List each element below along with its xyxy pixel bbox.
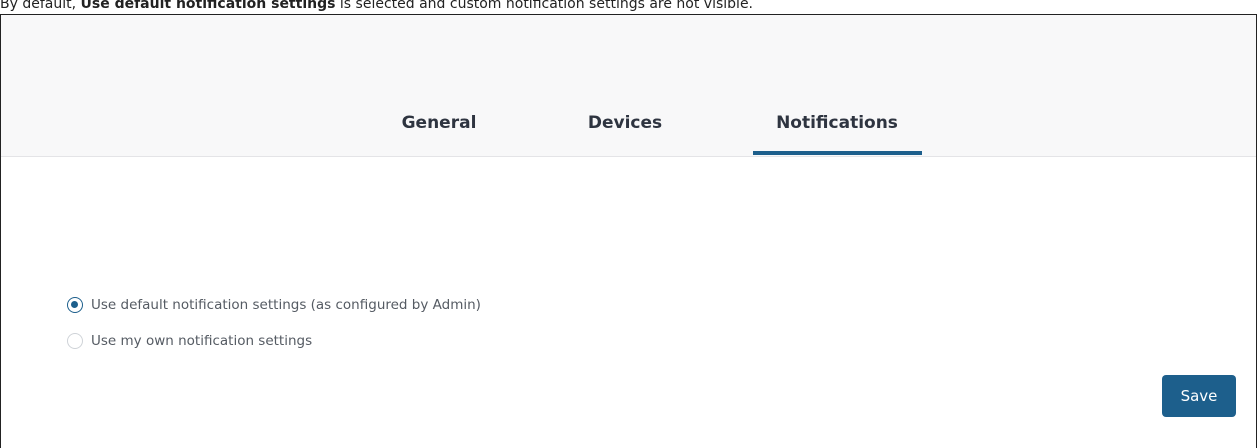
settings-panel: General Devices Notifications Use defaul… <box>0 14 1257 448</box>
option-own-label: Use my own notification settings <box>91 333 313 349</box>
option-default-settings[interactable]: Use default notification settings (as co… <box>67 295 481 315</box>
radio-own-settings[interactable] <box>67 333 83 349</box>
notification-options-group: Use default notification settings (as co… <box>67 295 481 367</box>
active-tab-indicator <box>753 151 922 155</box>
radio-default-settings[interactable] <box>67 297 83 313</box>
tab-devices[interactable]: Devices <box>561 113 689 133</box>
tab-bar: General Devices Notifications <box>1 15 1256 157</box>
caption-suffix: is selected and custom notification sett… <box>335 0 754 12</box>
caption-text: By default, Use default notification set… <box>0 0 1260 12</box>
tab-general[interactable]: General <box>375 113 503 133</box>
caption-bold: Use default notification settings <box>80 0 336 12</box>
option-default-label: Use default notification settings (as co… <box>91 297 481 313</box>
save-button[interactable]: Save <box>1162 375 1236 417</box>
option-own-settings[interactable]: Use my own notification settings <box>67 331 481 351</box>
caption-prefix: By default, <box>0 0 81 12</box>
tab-notifications[interactable]: Notifications <box>753 113 921 133</box>
